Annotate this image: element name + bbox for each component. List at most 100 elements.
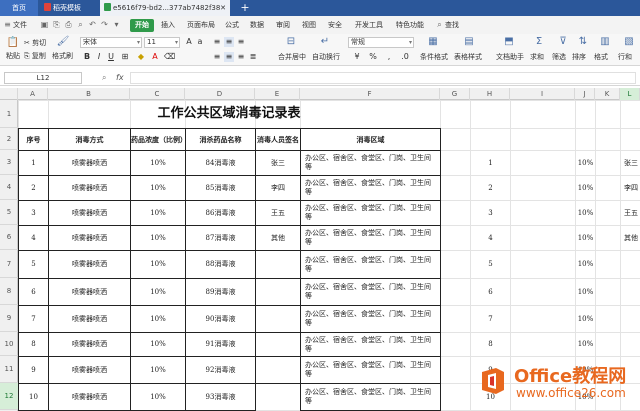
helper-cell-h[interactable]: 3: [471, 201, 510, 225]
cell-person[interactable]: 李四: [256, 176, 300, 200]
justify-icon[interactable]: ≣: [248, 52, 258, 62]
formula-input[interactable]: [130, 72, 636, 84]
column-header-e[interactable]: E: [255, 88, 300, 100]
cell-seq[interactable]: 10: [19, 384, 48, 410]
helper-cell-h[interactable]: 5: [471, 251, 510, 278]
helper-cell-j[interactable]: 10%: [576, 201, 595, 225]
conditional-format-button[interactable]: 条件格式: [420, 52, 448, 62]
cell-concentration[interactable]: 10%: [131, 176, 185, 200]
header-drug[interactable]: 消杀药品名称: [186, 129, 255, 150]
wrap-text-icon[interactable]: ↵: [318, 36, 332, 48]
row-header-11[interactable]: 11: [0, 356, 18, 383]
header-method[interactable]: 消毒方式: [49, 129, 130, 150]
percent-icon[interactable]: %: [366, 52, 380, 62]
header-concentration[interactable]: 药品浓度（比例）: [131, 129, 185, 150]
cell-person[interactable]: 其他: [256, 226, 300, 250]
merge-center-button[interactable]: 合并居中: [278, 52, 306, 62]
cell-method[interactable]: 喷雾器喷洒: [49, 251, 130, 278]
cell-seq[interactable]: 8: [19, 333, 48, 356]
tab-current-file[interactable]: e5616f79-bd2...377ab7482f38 ✕: [100, 0, 230, 16]
dropdown-icon[interactable]: ▾: [112, 20, 121, 29]
cell-method[interactable]: 喷雾器喷洒: [49, 306, 130, 332]
row-header-6[interactable]: 6: [0, 225, 18, 250]
cell-method[interactable]: 喷雾器喷洒: [49, 176, 130, 200]
cell-seq[interactable]: 9: [19, 357, 48, 383]
helper-cell-l[interactable]: 王五: [621, 201, 640, 225]
format-button[interactable]: 格式: [594, 52, 608, 62]
column-header-l[interactable]: L: [620, 88, 640, 100]
cell-area[interactable]: 办公区、宿舍区、食堂区、门岗、卫生间等: [301, 384, 440, 410]
row-header-10[interactable]: 10: [0, 332, 18, 356]
cell-seq[interactable]: 7: [19, 306, 48, 332]
italic-icon[interactable]: I: [94, 52, 104, 62]
cell-area[interactable]: 办公区、宿舍区、食堂区、门岗、卫生间等: [301, 357, 440, 383]
helper-cell-j[interactable]: 10%: [576, 333, 595, 356]
table-style-button[interactable]: 表格样式: [454, 52, 482, 62]
sort-button[interactable]: 排序: [572, 52, 586, 62]
merge-center-icon[interactable]: ⊟: [284, 36, 298, 48]
helper-cell-j[interactable]: 10%: [576, 176, 595, 200]
cell-seq[interactable]: 5: [19, 251, 48, 278]
helper-cell-j[interactable]: 10%: [576, 279, 595, 305]
number-format-select[interactable]: 常规 ▾: [348, 37, 414, 48]
doc-helper-icon[interactable]: ⬒: [502, 36, 516, 48]
helper-cell-h[interactable]: 1: [471, 151, 510, 175]
menu-review[interactable]: 审阅: [276, 19, 290, 32]
helper-cell-j[interactable]: 10%: [576, 226, 595, 250]
cell-concentration[interactable]: 10%: [131, 226, 185, 250]
row-header-5[interactable]: 5: [0, 200, 18, 225]
cell-method[interactable]: 喷雾器喷洒: [49, 279, 130, 305]
currency-icon[interactable]: ¥: [350, 52, 364, 62]
cell-method[interactable]: 喷雾器喷洒: [49, 384, 130, 410]
column-header-g[interactable]: G: [440, 88, 470, 100]
clear-format-icon[interactable]: ⌫: [164, 52, 175, 62]
hamburger-menu-icon[interactable]: ≡: [3, 20, 12, 29]
font-name-select[interactable]: 宋体 ▾: [80, 37, 142, 48]
sum-button[interactable]: 求和: [530, 52, 544, 62]
search-label[interactable]: 查找: [445, 19, 459, 32]
cell-area[interactable]: 办公区、宿舍区、食堂区、门岗、卫生间等: [301, 251, 440, 278]
cell-concentration[interactable]: 10%: [131, 279, 185, 305]
border-icon[interactable]: ⊞: [120, 52, 130, 62]
cell-concentration[interactable]: 10%: [131, 357, 185, 383]
cell-method[interactable]: 喷雾器喷洒: [49, 333, 130, 356]
row-header-4[interactable]: 4: [0, 175, 18, 200]
align-middle-icon[interactable]: ≡: [224, 37, 234, 47]
header-person[interactable]: 消毒人员签名: [256, 129, 300, 150]
rows-cols-button[interactable]: 行和: [618, 52, 632, 62]
helper-cell-j[interactable]: 10%: [576, 306, 595, 332]
row-header-8[interactable]: 8: [0, 278, 18, 305]
cell-drug[interactable]: 93消毒液: [186, 384, 255, 410]
search-icon[interactable]: ⌕: [435, 20, 444, 29]
cell-drug[interactable]: 88消毒液: [186, 251, 255, 278]
wrap-text-button[interactable]: 自动换行: [312, 52, 340, 62]
cell-drug[interactable]: 86消毒液: [186, 201, 255, 225]
column-header-d[interactable]: D: [185, 88, 255, 100]
format-painter-icon[interactable]: 🖌: [56, 36, 70, 48]
cell-method[interactable]: 喷雾器喷洒: [49, 357, 130, 383]
sort-icon[interactable]: ⇅: [576, 36, 590, 48]
cell-drug[interactable]: 90消毒液: [186, 306, 255, 332]
underline-icon[interactable]: U: [106, 52, 116, 62]
fx-icon[interactable]: fx: [116, 72, 124, 84]
cell-concentration[interactable]: 10%: [131, 151, 185, 175]
cell-concentration[interactable]: 10%: [131, 306, 185, 332]
redo-icon[interactable]: ↷: [100, 20, 109, 29]
helper-cell-l[interactable]: 李四: [621, 176, 640, 200]
cell-seq[interactable]: 3: [19, 201, 48, 225]
menu-data[interactable]: 数据: [250, 19, 264, 32]
thousands-icon[interactable]: ,: [382, 52, 396, 62]
print-preview-icon[interactable]: ⌕: [76, 20, 85, 29]
cell-area[interactable]: 办公区、宿舍区、食堂区、门岗、卫生间等: [301, 201, 440, 225]
rows-cols-icon[interactable]: ▧: [622, 36, 636, 48]
helper-cell-l[interactable]: 其他: [621, 226, 640, 250]
sum-icon[interactable]: Σ: [532, 36, 546, 48]
row-header-1[interactable]: 1: [0, 100, 18, 128]
align-bottom-icon[interactable]: ≡: [236, 37, 246, 47]
format-painter-button[interactable]: 格式刷: [52, 51, 73, 61]
print-icon[interactable]: ⎙: [64, 20, 73, 29]
cell-drug[interactable]: 89消毒液: [186, 279, 255, 305]
tab-home[interactable]: 首页: [0, 0, 38, 16]
row-header-7[interactable]: 7: [0, 250, 18, 278]
name-box[interactable]: L12: [4, 72, 82, 84]
